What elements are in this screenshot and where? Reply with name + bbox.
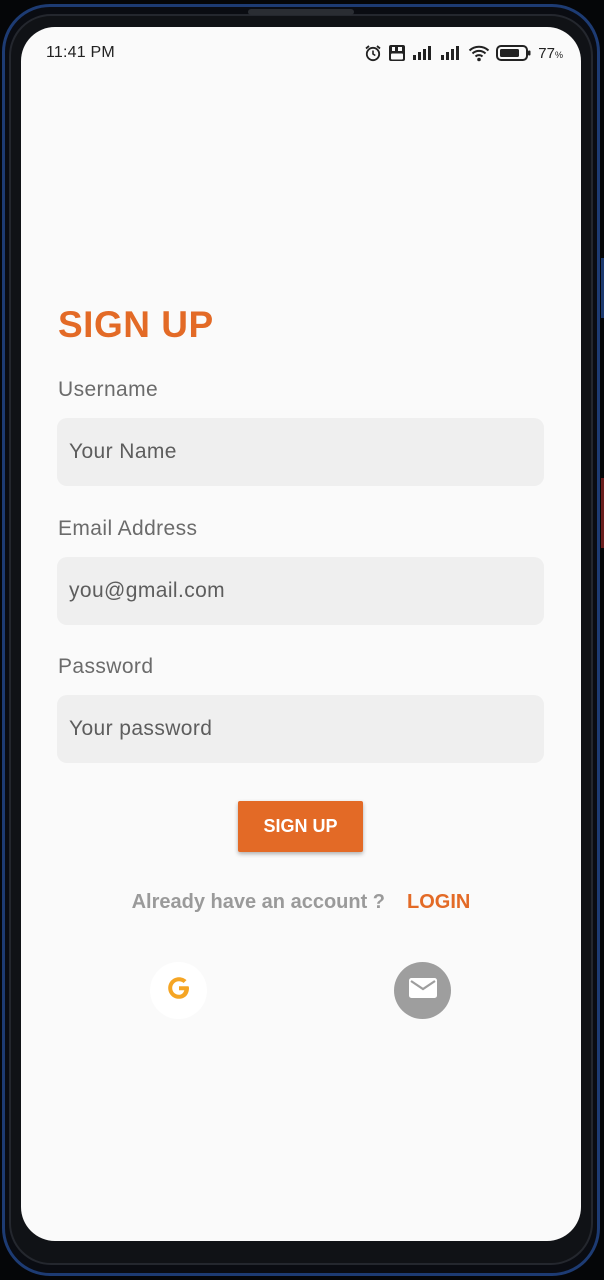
earpiece-speaker	[248, 9, 354, 15]
battery-percent-unit: %	[554, 49, 563, 60]
battery-percent-value: 77	[538, 44, 555, 62]
status-bar: 11:41 PM 77%	[21, 27, 581, 79]
signal-icon	[440, 45, 462, 61]
signal-icon	[412, 45, 434, 61]
password-label: Password	[58, 655, 154, 678]
email-input[interactable]	[57, 557, 544, 625]
email-label: Email Address	[58, 517, 198, 540]
signup-button[interactable]: SIGN UP	[238, 801, 363, 852]
wifi-icon	[468, 44, 490, 62]
alarm-icon	[364, 44, 382, 62]
volte-icon	[388, 44, 406, 62]
status-icons: 77%	[364, 42, 563, 64]
page-title: SIGN UP	[58, 304, 214, 345]
email-signin-button[interactable]	[394, 962, 451, 1019]
battery-percent: 77%	[538, 45, 563, 62]
login-prompt: Already have an account ? LOGIN	[21, 891, 581, 914]
password-input[interactable]	[57, 695, 544, 763]
login-link[interactable]: LOGIN	[407, 891, 470, 914]
username-label: Username	[58, 378, 159, 401]
google-icon	[164, 973, 194, 1008]
google-signin-button[interactable]	[150, 962, 207, 1019]
status-time: 11:41 PM	[46, 44, 115, 61]
app-screen: 11:41 PM 77% SIGN UP Username Your Name …	[21, 27, 581, 1241]
battery-icon	[496, 44, 532, 62]
phone-device: 11:41 PM 77% SIGN UP Username Your Name …	[0, 0, 604, 1280]
account-prompt-text: Already have an account ?	[131, 891, 386, 913]
username-input[interactable]	[57, 418, 544, 486]
mail-icon	[408, 976, 438, 1005]
